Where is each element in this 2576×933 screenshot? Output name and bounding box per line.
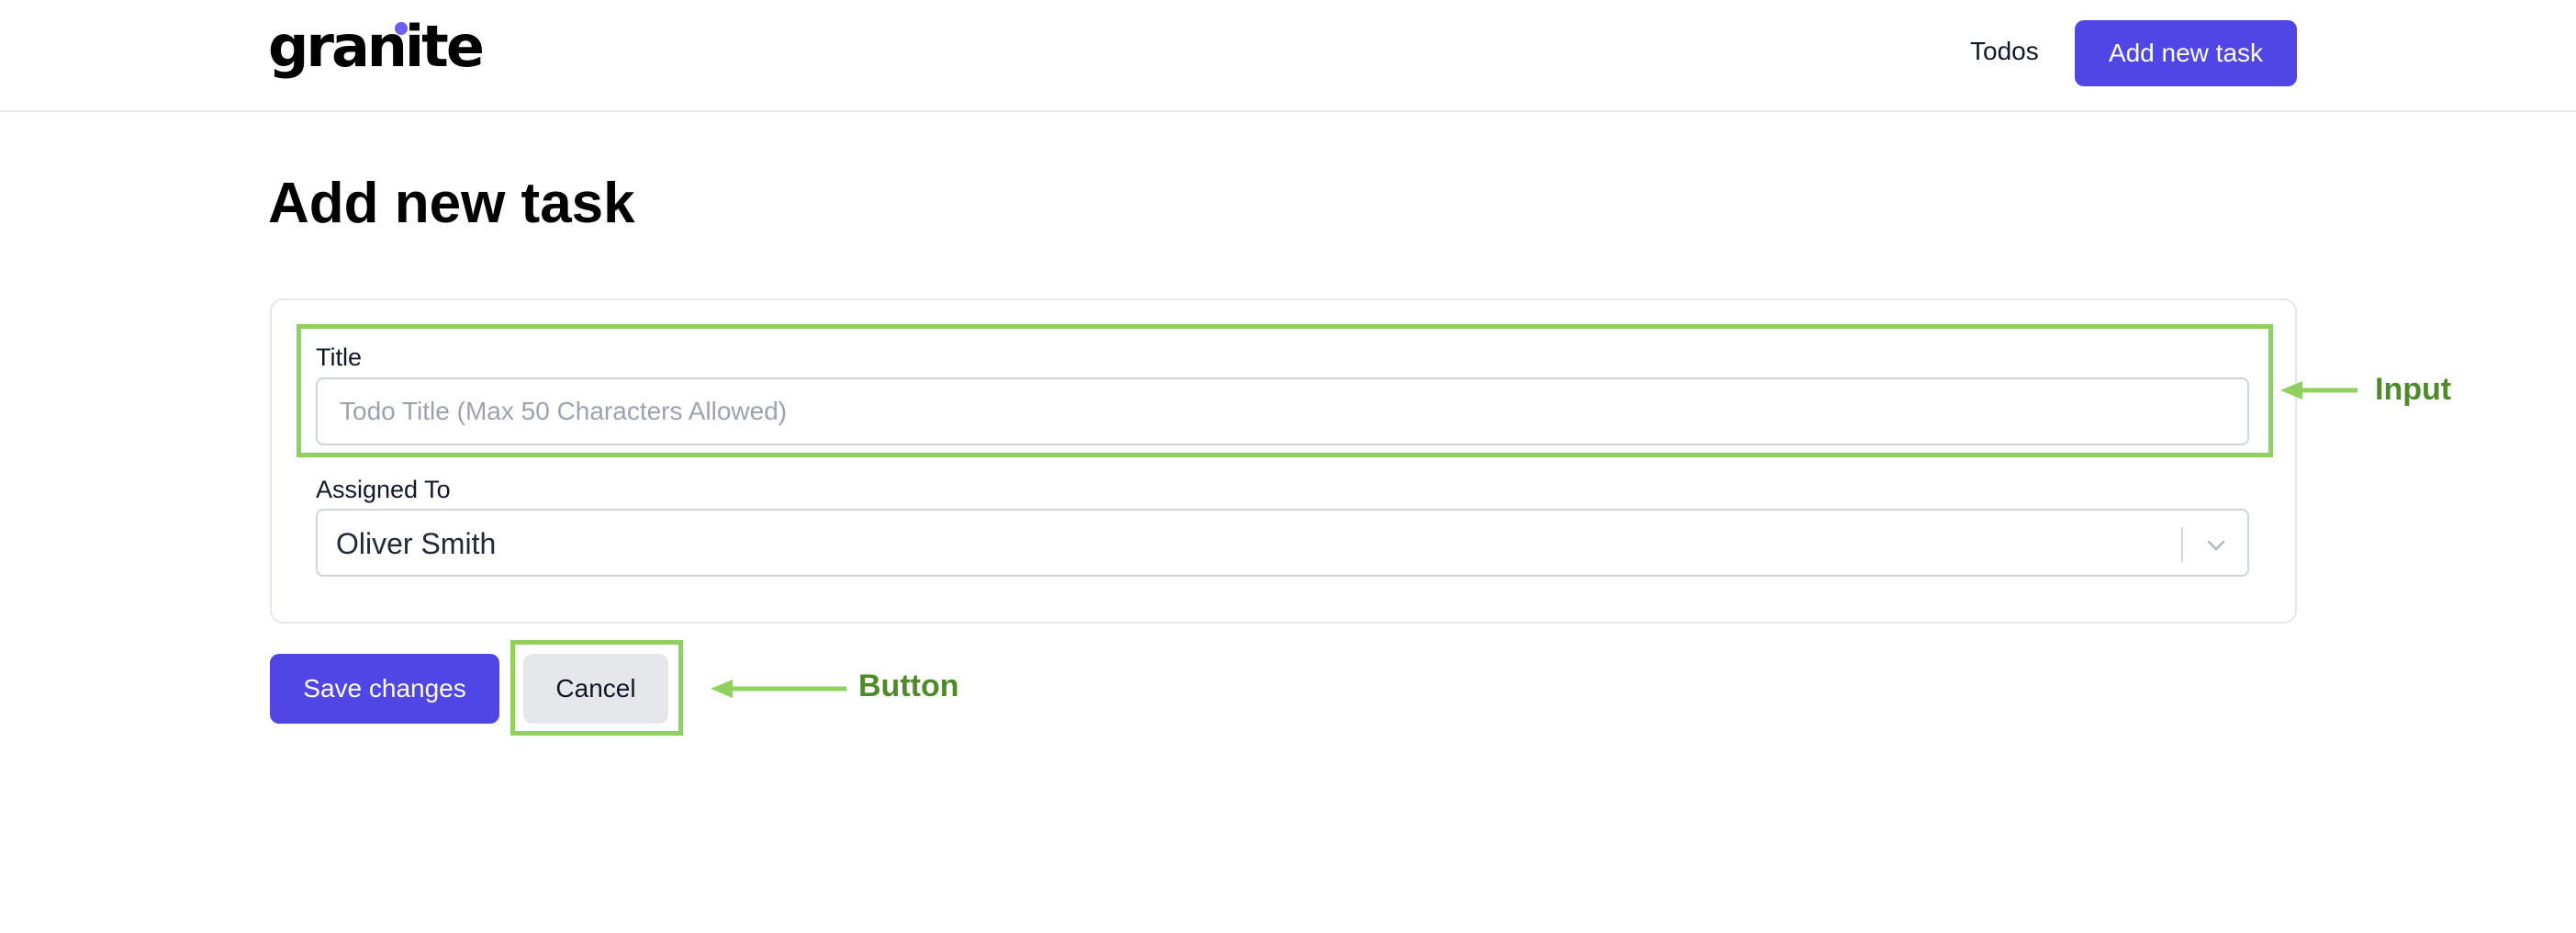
button-annotation-label: Button [858,669,959,703]
assigned-to-select[interactable]: Oliver Smith [316,509,2249,577]
assigned-to-value: Oliver Smith [336,527,497,560]
title-field-label: Title [316,343,363,371]
top-navbar: granite Todos Add new task [0,0,2576,112]
title-input[interactable] [316,377,2249,445]
arrow-left-icon [711,680,846,698]
granite-logo[interactable]: granite [268,13,485,80]
add-new-task-button[interactable]: Add new task [2075,20,2297,86]
save-changes-button[interactable]: Save changes [270,654,499,724]
page-title: Add new task [268,172,635,235]
nav-link-todos[interactable]: Todos [1970,37,2039,66]
select-separator [2181,527,2183,562]
cancel-button[interactable]: Cancel [523,654,668,724]
arrow-left-icon [2280,381,2358,399]
chevron-down-icon[interactable] [2203,533,2229,558]
assigned-to-label: Assigned To [316,476,451,503]
input-annotation-label: Input [2375,372,2452,407]
logo-dot [395,22,408,35]
